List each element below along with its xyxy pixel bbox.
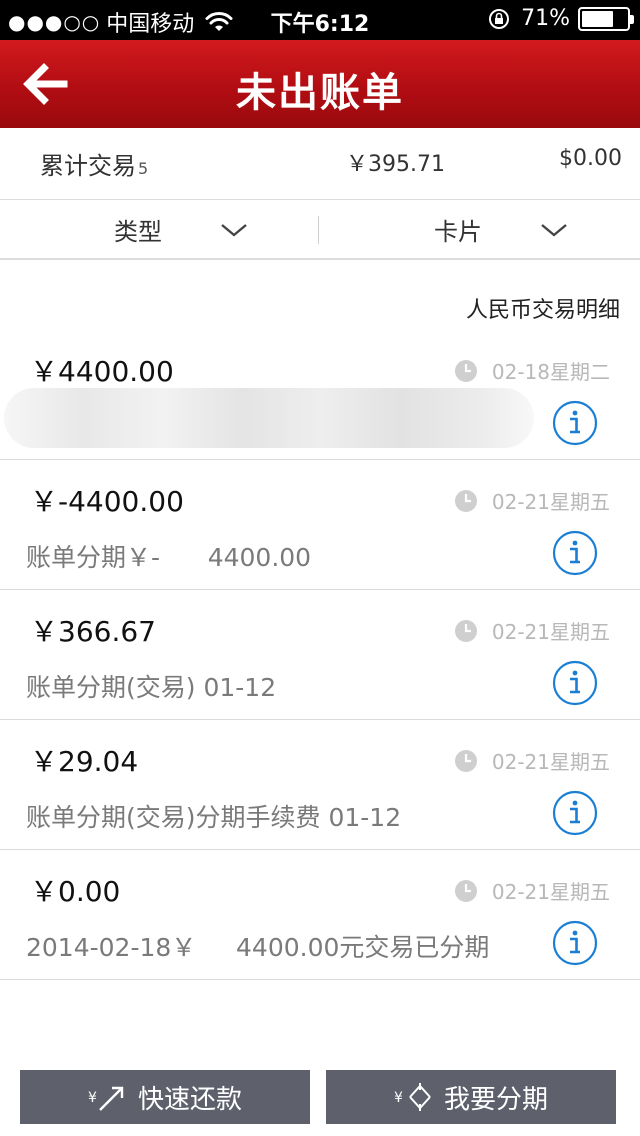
clock-icon [454,359,477,382]
transaction-description: 2014-02-18￥ 4400.00元交易已分期 [26,933,490,962]
clock-icon [454,749,477,772]
summary-count: 5 [138,159,149,178]
usd-total: $0.00 [559,146,622,171]
info-icon[interactable] [552,660,598,706]
filter-bar: 类型 卡片 [0,200,640,260]
transaction-date-text: 02-18星期二 [491,360,610,384]
transaction-date-text: 02-21星期五 [491,490,610,514]
clock-icon [454,619,477,642]
transaction-date: 02-18星期二 [454,356,610,385]
page-title: 未出账单 [236,70,404,116]
clock-icon [454,879,477,902]
chevron-down-icon [221,224,247,237]
svg-text:¥: ¥ [394,1090,403,1106]
quick-repay-button[interactable]: ¥ 快速还款 [20,1070,310,1124]
transaction-date-text: 02-21星期五 [491,880,610,904]
installment-icon: ¥ [394,1083,431,1111]
info-icon[interactable] [552,400,598,446]
transaction-date-text: 02-21星期五 [491,620,610,644]
installment-label: 我要分期 [443,1084,548,1115]
card-filter-label: 卡片 [434,218,482,246]
clock-icon [454,489,477,512]
battery-icon [578,6,634,31]
transaction-item[interactable]: ￥366.67 02-21星期五 账单分期(交易) 01-12 [0,590,640,720]
installment-button[interactable]: ¥ 我要分期 [326,1070,616,1124]
transaction-date: 02-21星期五 [454,486,610,515]
redacted-description [4,388,534,448]
rotation-lock-icon [489,8,510,29]
transaction-description: 账单分期(交易)分期手续费 01-12 [26,803,402,832]
battery-level [582,10,613,27]
list-header: 人民币交易明细 [465,298,620,323]
info-icon[interactable] [552,530,598,576]
type-filter[interactable]: 类型 [0,200,320,258]
status-right: 71% [487,6,634,31]
chevron-down-icon [541,224,567,237]
info-icon[interactable] [552,920,598,966]
transaction-amount: ￥-4400.00 [30,485,184,518]
battery-percent: 71% [521,6,570,31]
transaction-item[interactable]: ￥29.04 02-21星期五 账单分期(交易)分期手续费 01-12 [0,720,640,850]
status-bar: ●●●○○ 中国移动 下午6:12 71% [0,0,640,40]
card-filter[interactable]: 卡片 [320,200,640,258]
type-filter-label: 类型 [114,218,162,246]
transaction-date: 02-21星期五 [454,876,610,905]
transaction-item[interactable]: ￥0.00 02-21星期五 2014-02-18￥ 4400.00元交易已分期 [0,850,640,980]
svg-text:¥: ¥ [88,1090,97,1106]
transaction-amount: ￥0.00 [30,875,121,908]
transaction-item[interactable]: ￥4400.00 02-18星期二 [0,330,640,460]
repay-icon: ¥ [88,1086,124,1111]
summary-label-text: 累计交易 [40,152,136,180]
rmb-total: ￥395.71 [346,152,445,177]
transaction-date: 02-21星期五 [454,616,610,645]
transaction-amount: ￥4400.00 [30,355,174,388]
transaction-amount: ￥29.04 [30,745,139,778]
transaction-date-text: 02-21星期五 [491,750,610,774]
filter-divider [318,216,319,244]
summary-label: 累计交易 5 [40,146,148,181]
transaction-date: 02-21星期五 [454,746,610,775]
summary-row: 累计交易 5 ￥395.71 $0.00 [0,128,640,200]
transaction-description: 账单分期(交易) 01-12 [26,673,277,702]
transaction-amount: ￥366.67 [30,615,156,648]
info-icon[interactable] [552,790,598,836]
quick-repay-label: 快速还款 [137,1084,242,1115]
transaction-description: 账单分期￥- 4400.00 [26,543,312,572]
transaction-item[interactable]: ￥-4400.00 02-21星期五 账单分期￥- 4400.00 [0,460,640,590]
nav-bar: 未出账单 [0,40,640,128]
